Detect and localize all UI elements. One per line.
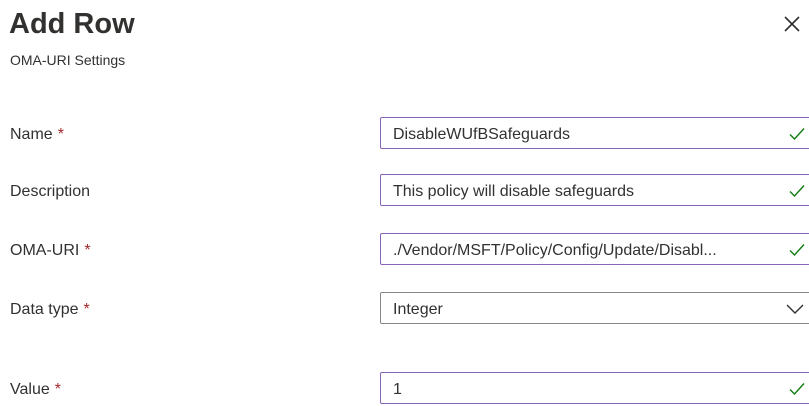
checkmark-icon	[789, 243, 805, 257]
data-type-row: Data type * Integer	[0, 292, 809, 326]
close-icon[interactable]	[780, 12, 804, 36]
checkmark-icon	[789, 184, 805, 198]
panel-title: Add Row	[9, 8, 135, 40]
oma-uri-row: OMA-URI * ./Vendor/MSFT/Policy/Config/Upd…	[0, 233, 809, 267]
description-input-value: This policy will disable safeguards	[393, 183, 634, 200]
oma-uri-input[interactable]: ./Vendor/MSFT/Policy/Config/Update/Disab…	[380, 233, 809, 265]
panel-subtitle: OMA-URI Settings	[10, 52, 126, 68]
name-label: Name *	[10, 126, 64, 143]
checkmark-icon	[789, 127, 805, 141]
oma-uri-input-value: ./Vendor/MSFT/Policy/Config/Update/Disab…	[393, 242, 717, 259]
chevron-down-icon[interactable]	[786, 304, 804, 314]
description-label: Description	[10, 183, 91, 200]
required-marker: *	[57, 126, 64, 143]
description-row: Description This policy will disable saf…	[0, 174, 809, 208]
value-input-value: 1	[393, 381, 402, 398]
oma-uri-label: OMA-URI *	[10, 242, 91, 259]
checkmark-icon	[789, 382, 805, 396]
required-marker: *	[54, 381, 61, 398]
data-type-label: Data type *	[10, 301, 90, 318]
value-label: Value *	[10, 381, 61, 398]
name-input[interactable]: DisableWUfBSafeguards	[380, 117, 809, 149]
data-type-dropdown[interactable]: Integer	[380, 292, 809, 324]
description-input[interactable]: This policy will disable safeguards	[380, 174, 809, 206]
required-marker: *	[84, 242, 91, 259]
value-input[interactable]: 1	[380, 372, 809, 404]
name-input-value: DisableWUfBSafeguards	[393, 126, 570, 143]
value-row: Value * 1	[0, 372, 809, 406]
name-row: Name * DisableWUfBSafeguards	[0, 117, 809, 151]
data-type-selected-value: Integer	[393, 301, 443, 318]
required-marker: *	[83, 301, 90, 318]
